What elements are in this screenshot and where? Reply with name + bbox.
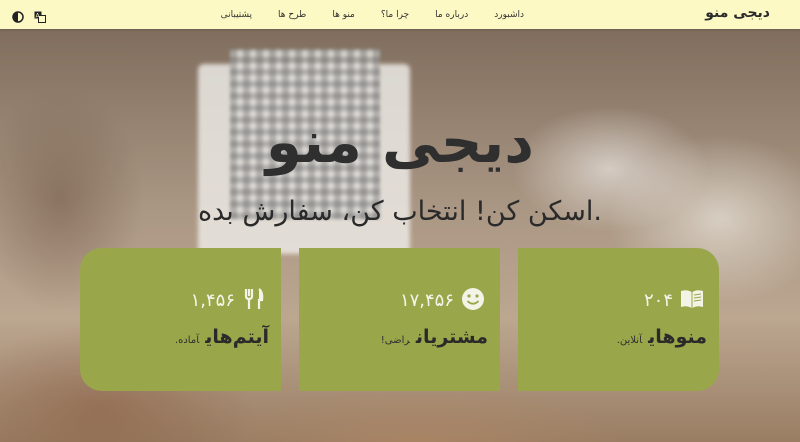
items-count: ۱,۴۵۶ — [190, 290, 235, 311]
customers-label: مشتریانراضی! — [380, 326, 488, 348]
nav-links: داشبورد درباره ما چرا ما؟ منو ها طرح ها … — [221, 0, 524, 29]
items-sublabel: آماده. — [174, 335, 200, 346]
stat-card-menus: ۲۰۴ منوهایآنلاین. — [518, 248, 719, 391]
customers-sublabel: راضی! — [380, 335, 410, 346]
nav-link-dashboard[interactable]: داشبورد — [494, 10, 524, 20]
menus-sublabel: آنلاین. — [616, 335, 643, 346]
hero-tagline: اسکن کن! انتخاب کن، سفارش بده. — [197, 196, 603, 227]
nav-link-why-us[interactable]: چرا ما؟ — [381, 10, 409, 20]
stats-cards: ۲۰۴ منوهایآنلاین. ۱۷,۴۵۶ مشتریانراضی! ۱,… — [79, 248, 719, 391]
menus-count: ۲۰۴ — [643, 290, 673, 311]
customers-count: ۱۷,۴۵۶ — [399, 290, 454, 311]
stat-card-customers: ۱۷,۴۵۶ مشتریانراضی! — [299, 248, 500, 391]
theme-toggle-icon[interactable] — [12, 8, 24, 23]
items-label: آیتم‌هایآماده. — [174, 326, 269, 348]
nav-link-support[interactable]: پشتیبانی — [221, 10, 252, 20]
nav-link-about[interactable]: درباره ما — [435, 10, 468, 20]
translate-icon[interactable]: A — [34, 8, 46, 23]
stat-card-items: ۱,۴۵۶ آیتم‌هایآماده. — [80, 248, 281, 391]
smile-icon — [460, 286, 486, 312]
hero-title: دیجی منو — [265, 108, 535, 176]
menus-label: منوهایآنلاین. — [616, 326, 707, 348]
book-icon — [679, 286, 705, 312]
brand-logo[interactable]: دیجی منو — [705, 5, 770, 21]
fork-knife-icon — [241, 286, 267, 312]
top-navbar: دیجی منو داشبورد درباره ما چرا ما؟ منو ه… — [0, 0, 800, 29]
nav-icons: A — [12, 8, 46, 23]
nav-link-menus[interactable]: منو ها — [332, 10, 355, 20]
nav-link-plans[interactable]: طرح ها — [278, 10, 306, 20]
